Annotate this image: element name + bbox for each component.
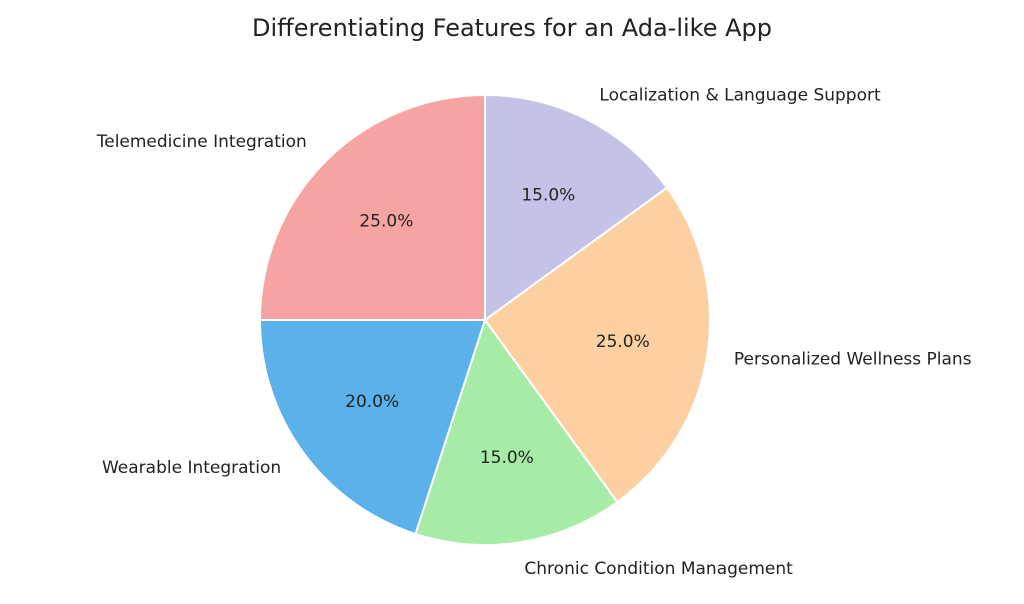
slice-category-label: Telemedicine Integration [96, 132, 307, 152]
slice-percent-label: 25.0% [359, 211, 413, 231]
pie-chart-container: Differentiating Features for an Ada-like… [0, 0, 1024, 604]
slice-percent-label: 25.0% [596, 332, 650, 352]
pie-chart-svg: 15.0% Localization & Language Support 25.0… [0, 0, 1024, 604]
slice-category-label: Localization & Language Support [599, 85, 881, 105]
slice-percent-label: 20.0% [345, 392, 399, 412]
pie-slice [260, 95, 485, 320]
slice-percent-label: 15.0% [521, 186, 575, 206]
slice-percent-label: 15.0% [480, 448, 534, 468]
slice-category-label: Chronic Condition Management [524, 559, 793, 579]
slice-category-label: Personalized Wellness Plans [734, 349, 972, 369]
slice-category-label: Wearable Integration [102, 458, 281, 478]
